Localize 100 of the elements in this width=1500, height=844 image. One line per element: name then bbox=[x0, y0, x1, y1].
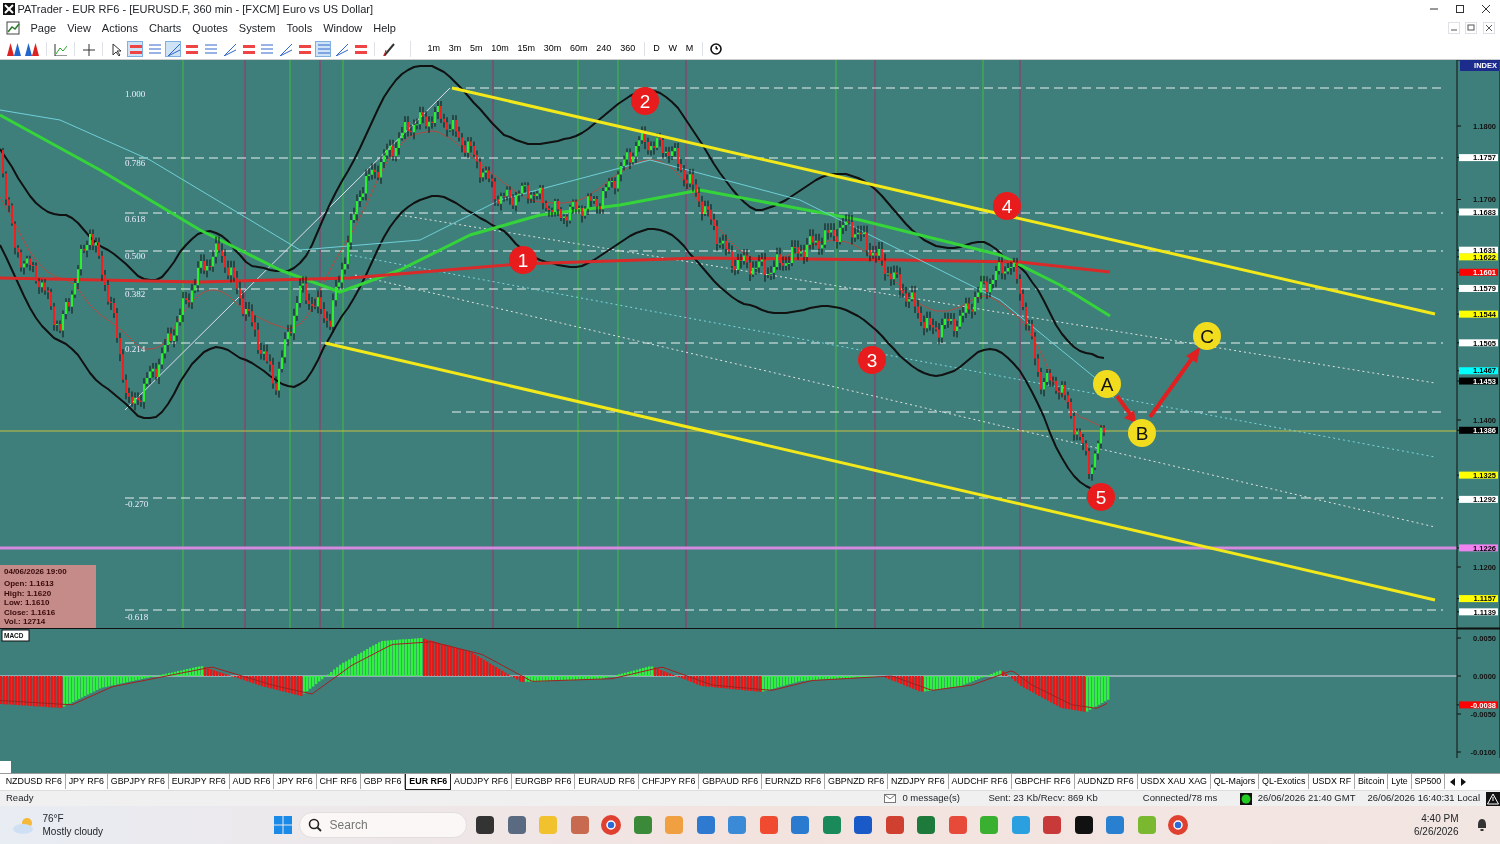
axis-tick bbox=[1456, 199, 1462, 200]
close-icon[interactable] bbox=[1479, 3, 1492, 15]
menu-item[interactable]: System bbox=[238, 19, 276, 37]
symbol-tab[interactable]: GBPJPY RF6 bbox=[107, 774, 169, 789]
menu-item[interactable]: Window bbox=[323, 19, 363, 37]
symbol-tab[interactable]: EURNZD RF6 bbox=[762, 774, 826, 789]
window-title: PATrader - EUR RF6 - [EURUSD.F, 360 min - [FXCM] Euro vs US Dollar] bbox=[17, 1, 375, 17]
chart-tool-icon bbox=[259, 41, 274, 56]
clock-button[interactable] bbox=[708, 40, 725, 57]
chart-tool-icon bbox=[315, 41, 330, 56]
browser-icon[interactable] bbox=[1167, 814, 1190, 836]
spreadsheet-app-icon[interactable] bbox=[915, 814, 938, 836]
chart-tool-icon bbox=[109, 41, 124, 56]
timeframe-button[interactable]: 30m bbox=[540, 41, 565, 56]
menu-item[interactable]: Help bbox=[373, 19, 396, 37]
chart-tool-icon bbox=[53, 41, 68, 56]
symbol-tab[interactable]: SP500 bbox=[1411, 774, 1446, 789]
symbol-tab[interactable]: Bitcoin bbox=[1355, 774, 1389, 789]
timeframe-button[interactable]: 1m bbox=[424, 41, 443, 56]
search-field[interactable]: Search bbox=[298, 812, 467, 838]
local-time: 26/06/2026 16:40:31 Local bbox=[1366, 791, 1481, 806]
timeframe-button[interactable]: 60m bbox=[567, 41, 591, 56]
symbol-tab[interactable]: USDX XAU XAG bbox=[1137, 774, 1211, 789]
axis-tick bbox=[1456, 429, 1462, 431]
symbol-tab[interactable]: AUD RF6 bbox=[229, 774, 275, 789]
presentation-app-icon[interactable] bbox=[883, 814, 906, 836]
start-button-icon[interactable] bbox=[273, 815, 294, 835]
marker-label: B bbox=[1135, 423, 1149, 444]
ohlc-value: Low: 1.1610 bbox=[4, 598, 51, 608]
warning-icon bbox=[1486, 791, 1500, 806]
clock-date[interactable]: 6/26/2026 bbox=[1414, 825, 1459, 838]
ohlc-value: Open: 1.1613 bbox=[4, 579, 55, 589]
close-icon[interactable] bbox=[1483, 23, 1494, 33]
ohlc-value: High: 1.1620 bbox=[4, 588, 53, 599]
timeframe-button[interactable]: M bbox=[682, 41, 697, 56]
timeframe-button[interactable]: 360 bbox=[617, 41, 639, 56]
scroll-right-button[interactable] bbox=[1458, 776, 1467, 787]
menu-item[interactable]: Quotes bbox=[192, 19, 228, 37]
axis-tick bbox=[1456, 675, 1462, 677]
maximize-icon[interactable] bbox=[1454, 3, 1466, 15]
symbol-tab[interactable]: EUR RF6 bbox=[405, 774, 452, 790]
chart-tool-icon bbox=[221, 41, 236, 56]
notification-bell-icon[interactable] bbox=[1475, 818, 1489, 832]
chart-tool-button[interactable] bbox=[24, 40, 41, 57]
symbol-tab[interactable]: NZDJPY RF6 bbox=[888, 774, 949, 789]
menu-item[interactable]: Actions bbox=[101, 19, 138, 37]
symbol-tab[interactable]: CHFJPY RF6 bbox=[638, 774, 700, 789]
timeframe-button[interactable]: 10m bbox=[488, 41, 512, 56]
chart-tool-button[interactable] bbox=[5, 40, 22, 57]
status-light-icon bbox=[1239, 792, 1252, 805]
messenger-icon[interactable] bbox=[1009, 814, 1032, 836]
timeframe-button[interactable]: 15m bbox=[514, 41, 539, 56]
symbol-tab[interactable]: GBPNZD RF6 bbox=[825, 774, 889, 789]
timeframe-button[interactable]: D bbox=[650, 41, 663, 56]
menu-item[interactable]: Tools bbox=[286, 19, 313, 37]
fib-level-label: 0.382 bbox=[125, 289, 146, 299]
envelope-icon bbox=[884, 794, 897, 803]
symbol-tab[interactable]: EURJPY RF6 bbox=[168, 774, 230, 789]
menu-item[interactable]: View bbox=[67, 19, 91, 37]
app-icon[interactable] bbox=[1072, 814, 1095, 836]
browser-icon[interactable] bbox=[600, 814, 623, 836]
fib-level-label: 0.618 bbox=[125, 214, 146, 224]
clock-time[interactable]: 4:40 PM bbox=[1421, 812, 1459, 825]
chart-app-icon[interactable] bbox=[631, 814, 654, 836]
marker-label: 1 bbox=[517, 250, 529, 271]
timeframe-button[interactable]: 240 bbox=[593, 41, 615, 56]
symbol-tab[interactable]: CHF RF6 bbox=[316, 774, 361, 789]
symbol-tab[interactable]: Lyte bbox=[1388, 774, 1412, 789]
symbol-tab[interactable]: QL-Majors bbox=[1210, 774, 1260, 789]
chart-tool-button[interactable] bbox=[164, 40, 181, 57]
document-app-icon[interactable] bbox=[852, 814, 875, 836]
symbol-tab[interactable]: GBPCHF RF6 bbox=[1011, 774, 1075, 789]
symbol-tab[interactable]: GBPAUD RF6 bbox=[699, 774, 763, 789]
symbol-tab[interactable]: JPY RF6 bbox=[65, 774, 108, 789]
window-icon[interactable] bbox=[474, 814, 497, 836]
symbol-tab[interactable]: AUDNZD RF6 bbox=[1074, 774, 1138, 789]
status-text: Ready bbox=[5, 791, 35, 806]
marker-label: C bbox=[1200, 326, 1214, 347]
symbol-tab[interactable]: EURGBP RF6 bbox=[512, 774, 576, 789]
timeframe-button[interactable]: 3m bbox=[445, 41, 465, 56]
symbol-tab[interactable]: USDX RF bbox=[1309, 774, 1356, 789]
symbol-tab[interactable]: EURAUD RF6 bbox=[575, 774, 639, 789]
chart-tool-icon bbox=[6, 41, 21, 56]
timeframe-button[interactable]: 5m bbox=[467, 41, 486, 56]
timeframe-button[interactable]: W bbox=[665, 41, 680, 56]
calculator-icon[interactable] bbox=[505, 814, 528, 836]
symbol-tab[interactable]: QL-Exotics bbox=[1259, 774, 1310, 789]
menu-item[interactable]: Page bbox=[30, 19, 57, 37]
restore-icon[interactable] bbox=[1466, 23, 1476, 33]
marker-label: 3 bbox=[866, 350, 878, 371]
menu-item[interactable]: Charts bbox=[148, 19, 182, 37]
symbol-tab[interactable]: JPY RF6 bbox=[274, 774, 317, 789]
chart-tool-icon bbox=[81, 41, 96, 56]
symbol-tab[interactable]: AUDCHF RF6 bbox=[948, 774, 1012, 789]
notepad-icon[interactable] bbox=[694, 814, 717, 836]
symbol-tab[interactable]: NZDUSD RF6 bbox=[2, 774, 66, 789]
axis-tick bbox=[1456, 125, 1462, 127]
symbol-tab[interactable]: AUDJPY RF6 bbox=[451, 774, 513, 789]
chart-tool-icon bbox=[381, 41, 395, 56]
fib-level-label: 0.500 bbox=[125, 251, 146, 261]
